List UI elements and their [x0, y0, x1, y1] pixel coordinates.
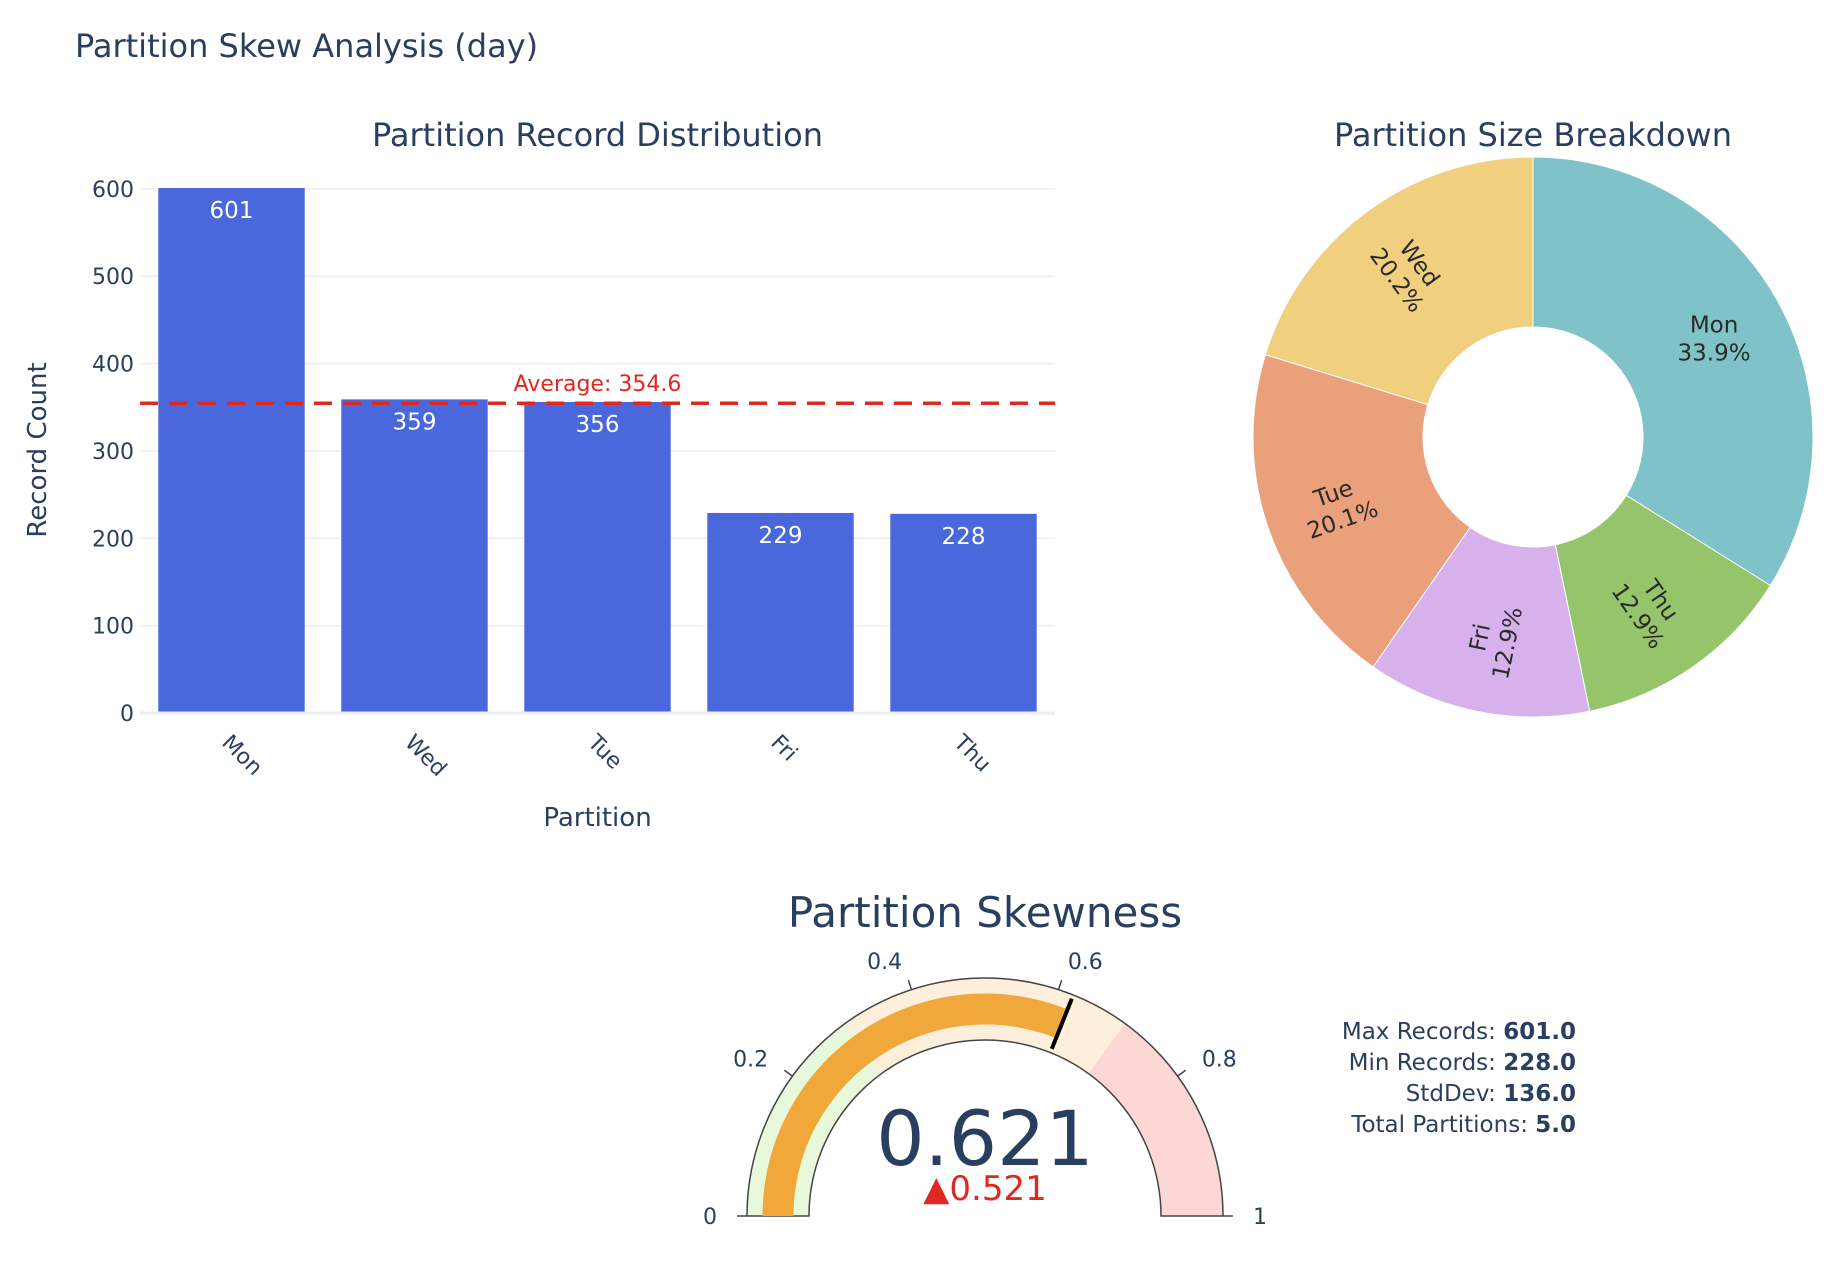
x-axis-title: Partition: [543, 803, 651, 833]
x-tick-label: Thu: [948, 730, 996, 778]
average-annotation: Average: 354.6: [514, 372, 682, 397]
gauge-tick: [907, 979, 913, 990]
y-tick-label: 0: [120, 702, 134, 727]
bar-data-label: 228: [942, 524, 986, 550]
gauge-tick: [1057, 979, 1063, 990]
gauge-tick-label: 0: [703, 1205, 717, 1230]
y-tick-label: 400: [92, 353, 134, 378]
slice-category: Fri: [1465, 622, 1496, 654]
stat-value: 601.0: [1503, 1019, 1576, 1045]
gauge-tick-label: 0.6: [1068, 950, 1103, 975]
stat-line: StdDev: 136.0: [1406, 1081, 1576, 1107]
stat-label: Max Records:: [1342, 1019, 1503, 1045]
y-tick-label: 500: [92, 265, 134, 290]
bar-chart: Partition Record Distribution 0 100 200 300 4…: [23, 116, 1055, 833]
gauge-tick-label: 1: [1253, 1205, 1267, 1230]
y-tick-label: 100: [92, 615, 134, 640]
y-tick-label: 200: [92, 527, 134, 552]
x-tick-label: Tue: [582, 730, 627, 775]
y-axis-title: Record Count: [23, 362, 53, 537]
bar-data-label: 229: [759, 523, 803, 549]
stat-value: 5.0: [1535, 1112, 1576, 1138]
x-tick-label: Wed: [400, 730, 452, 782]
gauge-title: Partition Skewness: [788, 888, 1182, 937]
dashboard-canvas: Partition Skew Analysis (day) Partition …: [23, 27, 1814, 1230]
bar-mon: [158, 188, 305, 713]
bar-tue: [524, 402, 671, 713]
slice-percent: 33.9%: [1678, 341, 1751, 367]
stat-line: Max Records: 601.0: [1342, 1019, 1576, 1045]
skewness-gauge: Partition Skewness00.20.4 0.60.810.621▲0.…: [703, 888, 1267, 1230]
bar-data-label: 356: [576, 412, 620, 438]
x-tick-label: Fri: [766, 730, 802, 766]
donut-chart: Partition Size BreakdownMon 33.9%Thu12.9%…: [1252, 116, 1814, 718]
stat-label: StdDev:: [1406, 1081, 1504, 1107]
gauge-tick: [1177, 1069, 1187, 1077]
y-tick-label: 600: [92, 178, 134, 203]
stat-line: Min Records: 228.0: [1349, 1050, 1576, 1076]
x-tick-label: Mon: [217, 730, 267, 780]
bar-data-label: 359: [393, 409, 437, 435]
gauge-tick-label: 0.4: [867, 950, 902, 975]
page-title: Partition Skew Analysis (day): [75, 27, 538, 65]
stat-label: Total Partitions:: [1350, 1112, 1535, 1138]
donut-chart-title: Partition Size Breakdown: [1334, 116, 1732, 154]
gauge-delta: ▲0.521: [923, 1169, 1046, 1209]
y-tick-label: 300: [92, 440, 134, 465]
gauge-tick: [783, 1069, 793, 1077]
bar-data-label: 601: [210, 198, 254, 224]
bar-chart-title: Partition Record Distribution: [372, 116, 823, 154]
stat-value: 136.0: [1503, 1081, 1576, 1107]
stats-panel: Max Records: 601.0 Min Records: 228.0 StdD…: [1342, 1019, 1576, 1138]
gauge-tick-label: 0.2: [733, 1047, 768, 1072]
stat-value: 228.0: [1503, 1050, 1576, 1076]
slice-category: Mon: [1690, 313, 1739, 339]
donut-slice-mon: [1532, 156, 1814, 587]
stat-line: Total Partitions: 5.0: [1350, 1112, 1576, 1138]
gauge-tick-label: 0.8: [1202, 1047, 1237, 1072]
stat-label: Min Records:: [1349, 1050, 1504, 1076]
bar-wed: [341, 399, 488, 713]
dashboard: Partition Skew Analysis (day) Partition …: [0, 0, 1848, 1282]
